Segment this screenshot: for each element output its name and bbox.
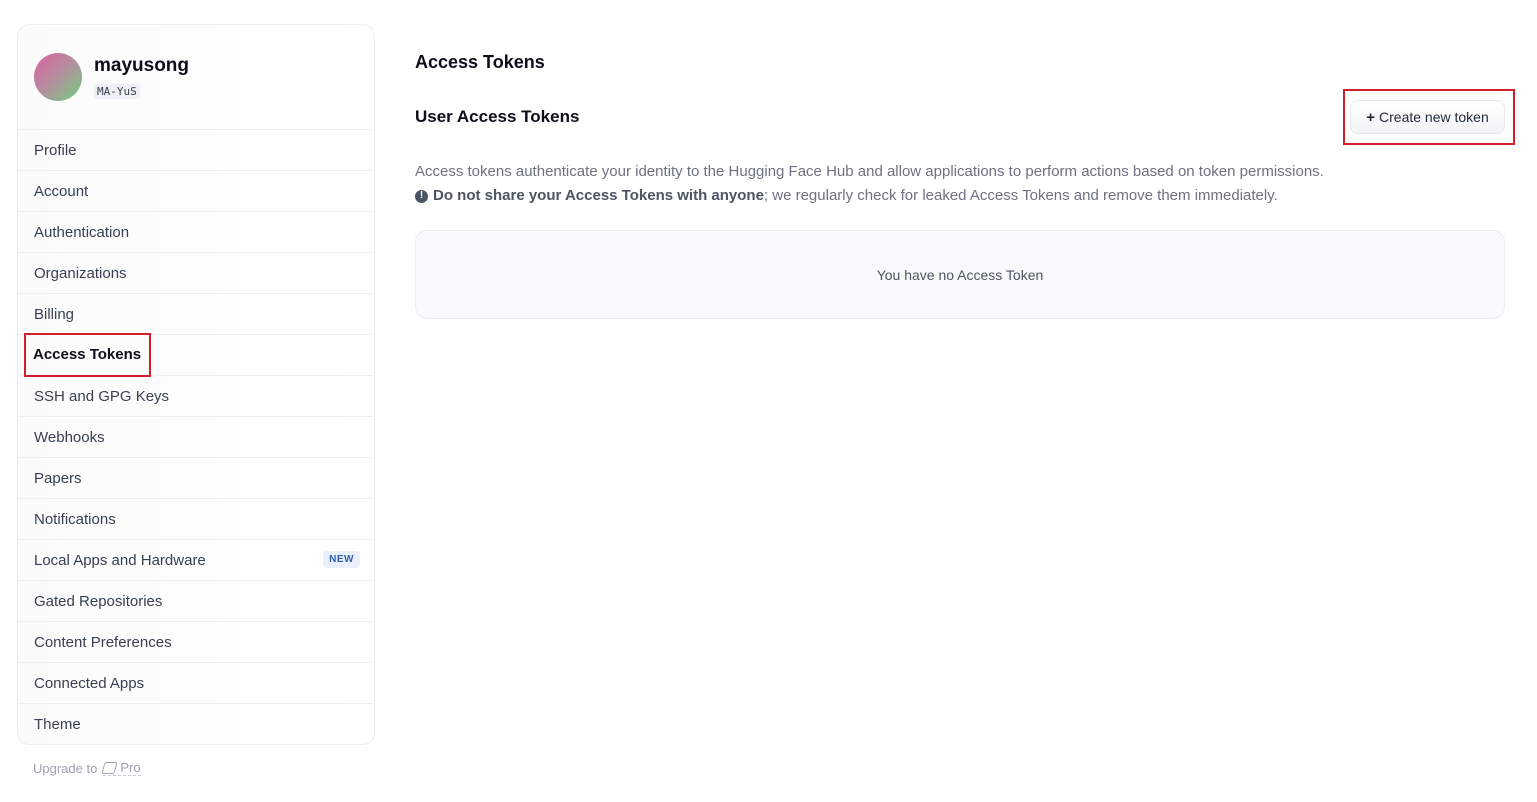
user-handle: MA-YuS <box>94 84 140 99</box>
warning-bold: Do not share your Access Tokens with any… <box>433 187 764 204</box>
sidebar-item-connected-apps[interactable]: Connected Apps <box>18 663 374 704</box>
sidebar-item-label: Notifications <box>34 510 116 528</box>
exclamation-icon: ! <box>415 189 428 203</box>
sidebar-item-account[interactable]: Account <box>18 171 374 212</box>
pro-icon <box>101 761 118 774</box>
sidebar-item-label: Billing <box>34 305 75 323</box>
pro-label: Pro <box>120 760 141 775</box>
new-badge: NEW <box>323 551 360 568</box>
create-token-label: Create new token <box>1379 109 1489 125</box>
sidebar-item-label: SSH and GPG Keys <box>34 387 170 405</box>
sidebar-item-billing[interactable]: Billing <box>18 294 374 335</box>
plus-icon: + <box>1366 108 1376 126</box>
sidebar-item-label: Gated Repositories <box>34 592 163 610</box>
empty-message: You have no Access Token <box>876 266 1044 283</box>
sidebar-item-authentication[interactable]: Authentication <box>18 212 374 253</box>
sidebar-item-notifications[interactable]: Notifications <box>18 499 374 540</box>
warning-line: ! Do not share your Access Tokens with a… <box>415 184 1515 208</box>
sidebar-item-theme[interactable]: Theme <box>18 704 374 744</box>
upgrade-label: Upgrade to <box>33 760 98 776</box>
sidebar-item-label: Connected Apps <box>34 674 145 692</box>
sidebar-item-content-preferences[interactable]: Content Preferences <box>18 622 374 663</box>
settings-nav: Profile Account Authentication Organizat… <box>18 130 374 744</box>
create-new-token-button[interactable]: + Create new token <box>1350 100 1505 134</box>
empty-tokens-box: You have no Access Token <box>415 230 1505 319</box>
sidebar-item-label: Theme <box>34 716 81 733</box>
sidebar-item-label: Access Tokens <box>23 333 152 377</box>
sidebar-item-label: Authentication <box>34 223 130 241</box>
upgrade-link[interactable]: Upgrade to Pro <box>33 760 141 776</box>
sidebar-item-organizations[interactable]: Organizations <box>18 253 374 294</box>
sidebar-item-webhooks[interactable]: Webhooks <box>18 417 374 458</box>
sidebar-item-label: Papers <box>34 469 82 487</box>
sidebar-item-ssh-gpg-keys[interactable]: SSH and GPG Keys <box>18 376 374 417</box>
username: mayusong <box>94 55 190 76</box>
page-title: Access Tokens <box>415 52 545 72</box>
sidebar-item-gated-repositories[interactable]: Gated Repositories <box>18 581 374 622</box>
tokens-description: Access tokens authenticate your identity… <box>415 163 1324 180</box>
warning-text: Do not share your Access Tokens with any… <box>433 184 1278 208</box>
avatar[interactable] <box>34 53 82 101</box>
sidebar-item-label: Profile <box>34 141 77 159</box>
sidebar-item-profile[interactable]: Profile <box>18 130 374 171</box>
section-title: User Access Tokens <box>415 107 580 126</box>
pro-link[interactable]: Pro <box>101 760 141 776</box>
sidebar-item-label: Content Preferences <box>34 633 172 651</box>
sidebar-item-label: Local Apps and Hardware <box>34 551 206 569</box>
description-block: Access tokens authenticate your identity… <box>415 160 1515 208</box>
warning-rest: ; we regularly check for leaked Access T… <box>763 187 1278 204</box>
sidebar-item-label: Organizations <box>34 264 127 282</box>
settings-sidebar: mayusong MA-YuS Profile Account Authenti… <box>17 24 375 745</box>
sidebar-item-papers[interactable]: Papers <box>18 458 374 499</box>
sidebar-item-access-tokens[interactable]: Access Tokens <box>18 333 374 377</box>
sidebar-item-label: Account <box>34 182 89 200</box>
sidebar-item-local-apps[interactable]: Local Apps and Hardware NEW <box>18 540 374 581</box>
user-header: mayusong MA-YuS <box>18 25 374 130</box>
sidebar-item-label: Webhooks <box>34 428 105 446</box>
